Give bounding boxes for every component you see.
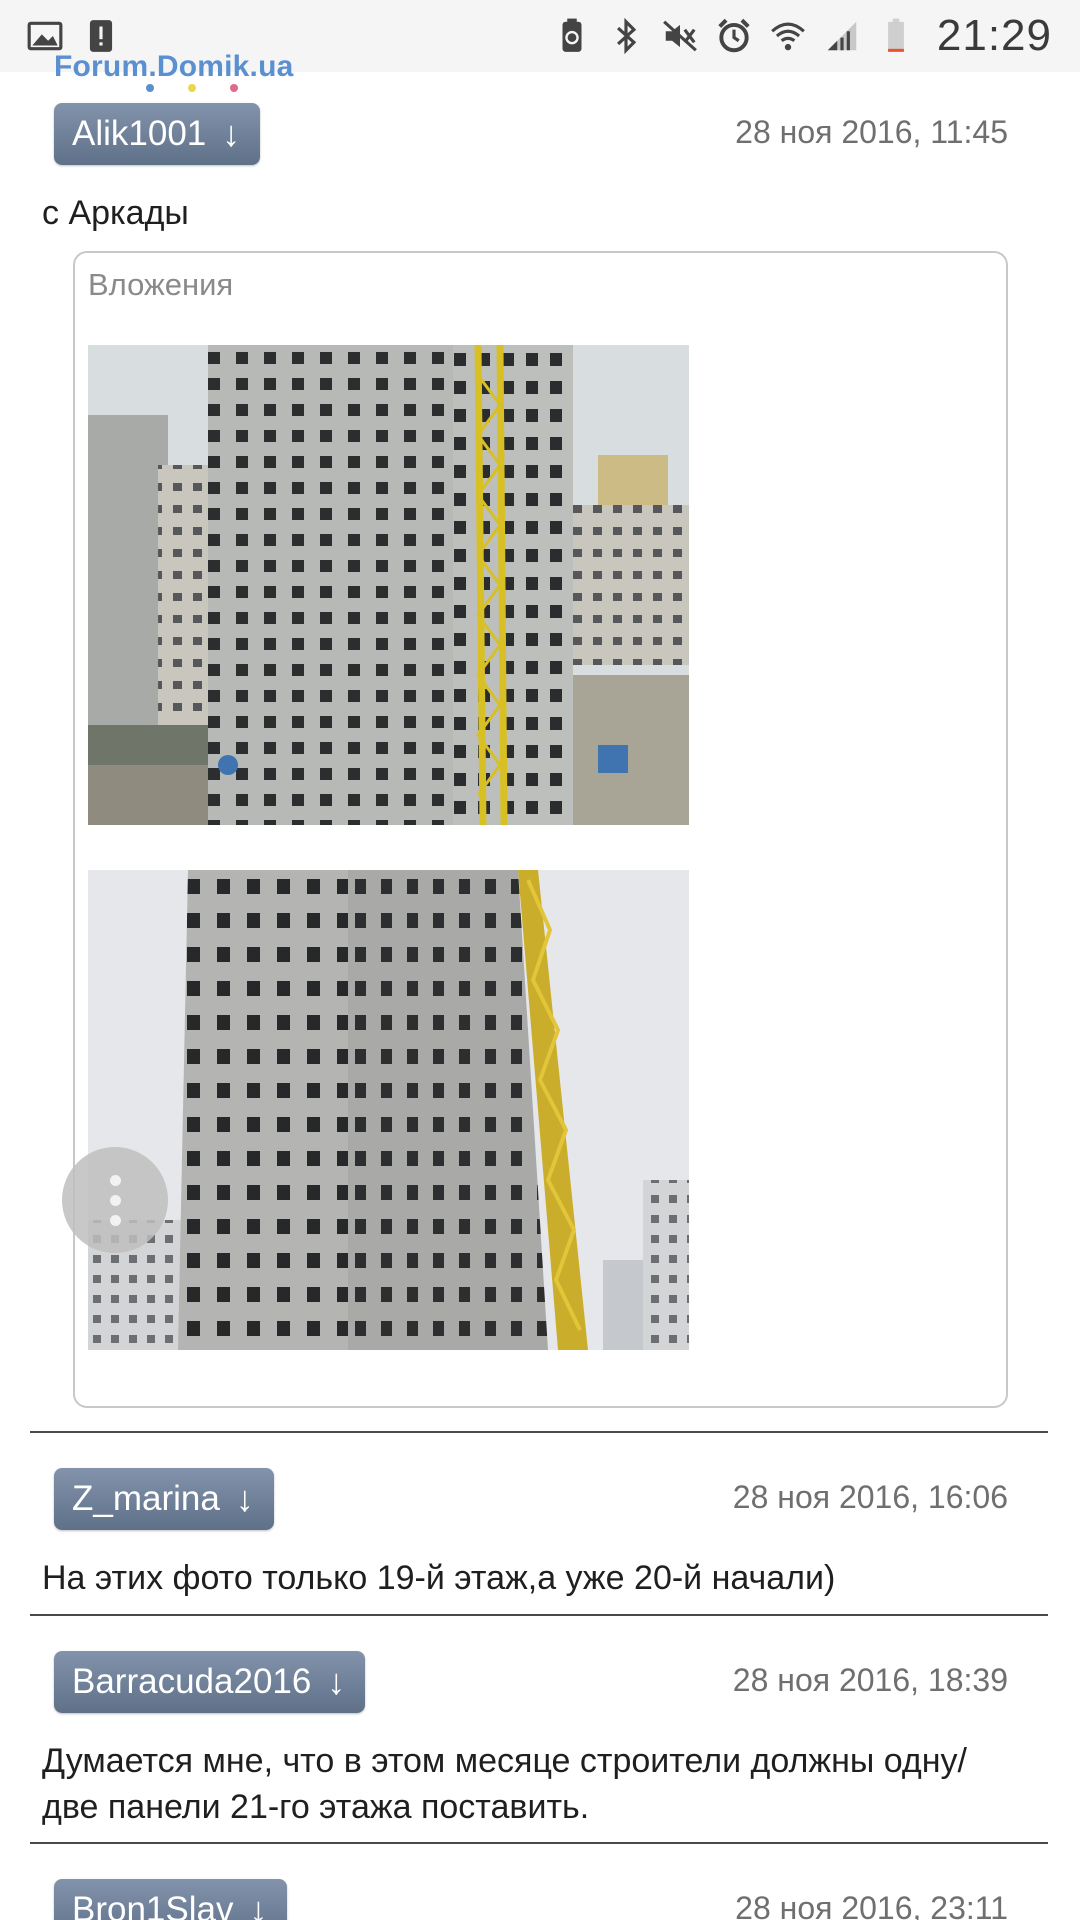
post-header: Alik1001 ↓ — [54, 103, 261, 165]
post-text: с Аркады — [42, 194, 189, 232]
post-date: 28 ноя 2016, 11:45 — [735, 114, 1008, 150]
logo-dots — [146, 84, 294, 92]
post-text: Думается мне, что в этом месяце строител… — [42, 1742, 967, 1826]
more-vertical-icon-dot — [109, 1174, 121, 1186]
attachment-image[interactable] — [88, 870, 689, 1350]
arrow-down-icon: ↓ — [222, 113, 241, 154]
attachments-box: Вложения — [73, 251, 1008, 1408]
status-time: 21:29 — [936, 11, 1052, 60]
author-button[interactable]: Alik1001 ↓ — [54, 103, 261, 165]
post-divider — [30, 1431, 1048, 1433]
author-name: Barracuda2016 — [72, 1662, 312, 1701]
arrow-down-icon: ↓ — [249, 1889, 268, 1920]
logo-dot-pink — [230, 84, 238, 92]
battery-saver-icon — [553, 17, 591, 55]
post-text: На этих фото только 19-й этаж,а уже 20-й… — [42, 1559, 836, 1597]
more-vertical-icon-dot — [109, 1194, 121, 1206]
more-vertical-icon-dot — [109, 1214, 121, 1226]
post-date: 28 ноя 2016, 18:39 — [732, 1662, 1008, 1698]
attachment-image[interactable] — [88, 345, 689, 825]
author-button[interactable]: Bron1Slav ↓ — [54, 1879, 288, 1920]
signal-icon — [823, 17, 861, 55]
arrow-down-icon: ↓ — [235, 1478, 254, 1519]
author-name: Alik1001 — [72, 114, 207, 153]
forum-logo-text: Forum.Domik.ua — [54, 50, 294, 83]
wifi-icon — [769, 17, 807, 55]
bluetooth-icon — [607, 17, 645, 55]
attachments-title: Вложения — [88, 267, 234, 302]
author-name: Bron1Slav — [72, 1890, 234, 1920]
post-header: Barracuda2016 ↓ — [54, 1651, 366, 1713]
logo-dot-blue — [146, 84, 154, 92]
post-header: Bron1Slav ↓ — [54, 1879, 288, 1920]
alarm-icon — [715, 17, 753, 55]
author-name: Z_marina — [72, 1479, 220, 1518]
post-divider — [30, 1842, 1048, 1844]
author-button[interactable]: Z_marina ↓ — [54, 1468, 274, 1530]
forum-thread-screen: 21:29 Forum.Domik.ua Alik1001 ↓ 28 ноя 2… — [0, 0, 1080, 1920]
forum-logo[interactable]: Forum.Domik.ua — [54, 50, 294, 100]
more-options-button[interactable] — [62, 1147, 168, 1253]
post-date: 28 ноя 2016, 16:06 — [732, 1479, 1008, 1515]
logo-dot-yellow — [188, 84, 196, 92]
arrow-down-icon: ↓ — [327, 1661, 346, 1702]
post-header: Z_marina ↓ — [54, 1468, 274, 1530]
vibrate-mute-icon — [661, 17, 699, 55]
post-date: 28 ноя 2016, 23:11 — [735, 1890, 1008, 1920]
post-divider — [30, 1614, 1048, 1616]
battery-low-icon — [877, 17, 915, 55]
author-button[interactable]: Barracuda2016 ↓ — [54, 1651, 366, 1713]
